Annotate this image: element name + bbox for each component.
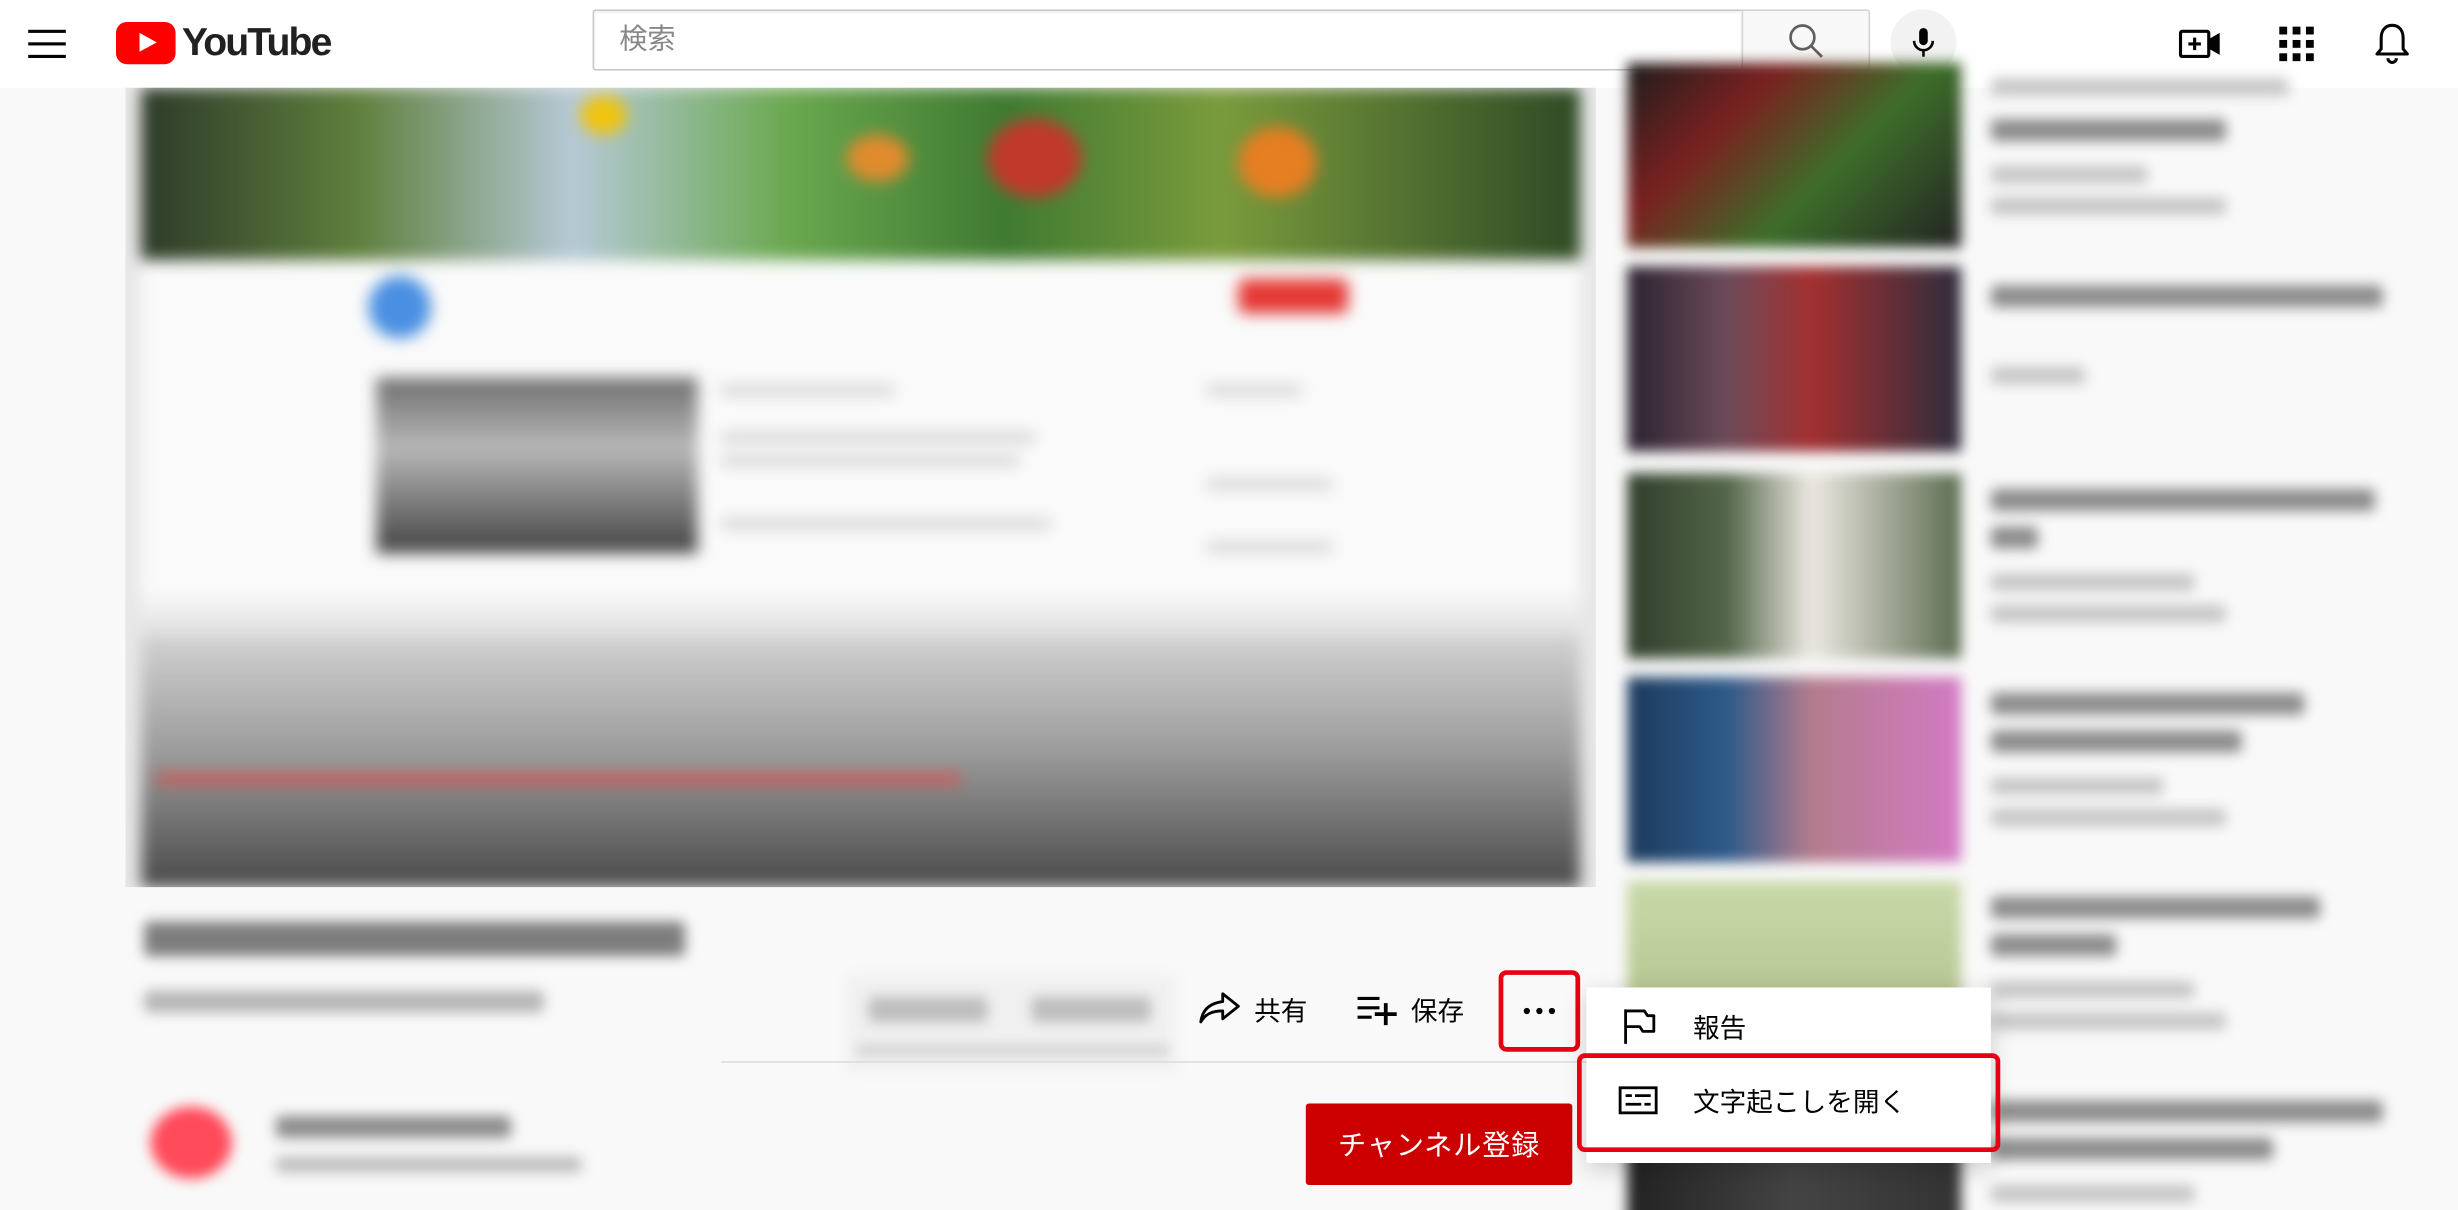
like-dislike-area [846, 974, 1176, 1073]
menu-item-report[interactable]: 報告 [1586, 989, 1990, 1061]
progress-bar [156, 774, 1568, 784]
more-actions-menu: 報告 文字起こしを開く [1586, 987, 1991, 1164]
menu-item-open-transcript[interactable]: 文字起こしを開く [1586, 1063, 1990, 1135]
channel-avatar[interactable] [150, 1106, 233, 1179]
related-video-item[interactable] [1627, 677, 2411, 863]
bell-icon [2375, 23, 2409, 64]
microphone-icon [1912, 27, 1935, 57]
apps-grid-icon [2279, 26, 2314, 62]
menu-icon[interactable] [16, 13, 79, 76]
subscribe-button[interactable]: チャンネル登録 [1305, 1103, 1573, 1185]
related-video-item[interactable] [1627, 266, 2411, 452]
channel-name[interactable] [275, 1115, 512, 1138]
more-dot [1548, 1007, 1556, 1015]
transcript-icon [1618, 1086, 1658, 1115]
more-dot [1523, 1007, 1530, 1015]
youtube-logo[interactable]: YouTube [116, 19, 333, 66]
channel-subscriber-count [275, 1156, 582, 1173]
save-label: 保存 [1410, 996, 1465, 1026]
youtube-watch-page: YouTube 検索 共有 保存 チャンネル登録 報告 文字起こしを開く [0, 0, 2458, 1210]
search-box [592, 9, 1742, 71]
video-frame-banner [141, 87, 1581, 261]
related-video-item[interactable] [1627, 62, 2411, 248]
logo-text: YouTube [181, 19, 333, 64]
video-metadata [144, 990, 544, 1013]
menu-item-label: 文字起こしを開く [1693, 1086, 1907, 1117]
divider [721, 1061, 1592, 1063]
more-actions-button[interactable] [1498, 970, 1581, 1052]
search-input[interactable] [594, 10, 1742, 69]
playlist-add-icon [1357, 996, 1397, 1026]
subscribe-label: チャンネル登録 [1337, 1130, 1541, 1162]
youtube-play-icon [116, 21, 176, 64]
related-video-item[interactable] [1627, 473, 2411, 659]
video-title [144, 921, 686, 957]
share-label: 共有 [1254, 996, 1308, 1026]
video-player[interactable] [125, 87, 1596, 888]
share-icon [1199, 992, 1240, 1024]
more-dot [1536, 1007, 1543, 1015]
save-button[interactable]: 保存 [1354, 975, 1464, 1041]
flag-icon [1624, 1009, 1656, 1044]
share-button[interactable]: 共有 [1198, 975, 1308, 1041]
video-camera-plus-icon [2178, 29, 2220, 58]
search-icon [1789, 23, 1823, 58]
search-button[interactable] [1741, 9, 1871, 71]
menu-item-label: 報告 [1693, 1013, 1747, 1044]
